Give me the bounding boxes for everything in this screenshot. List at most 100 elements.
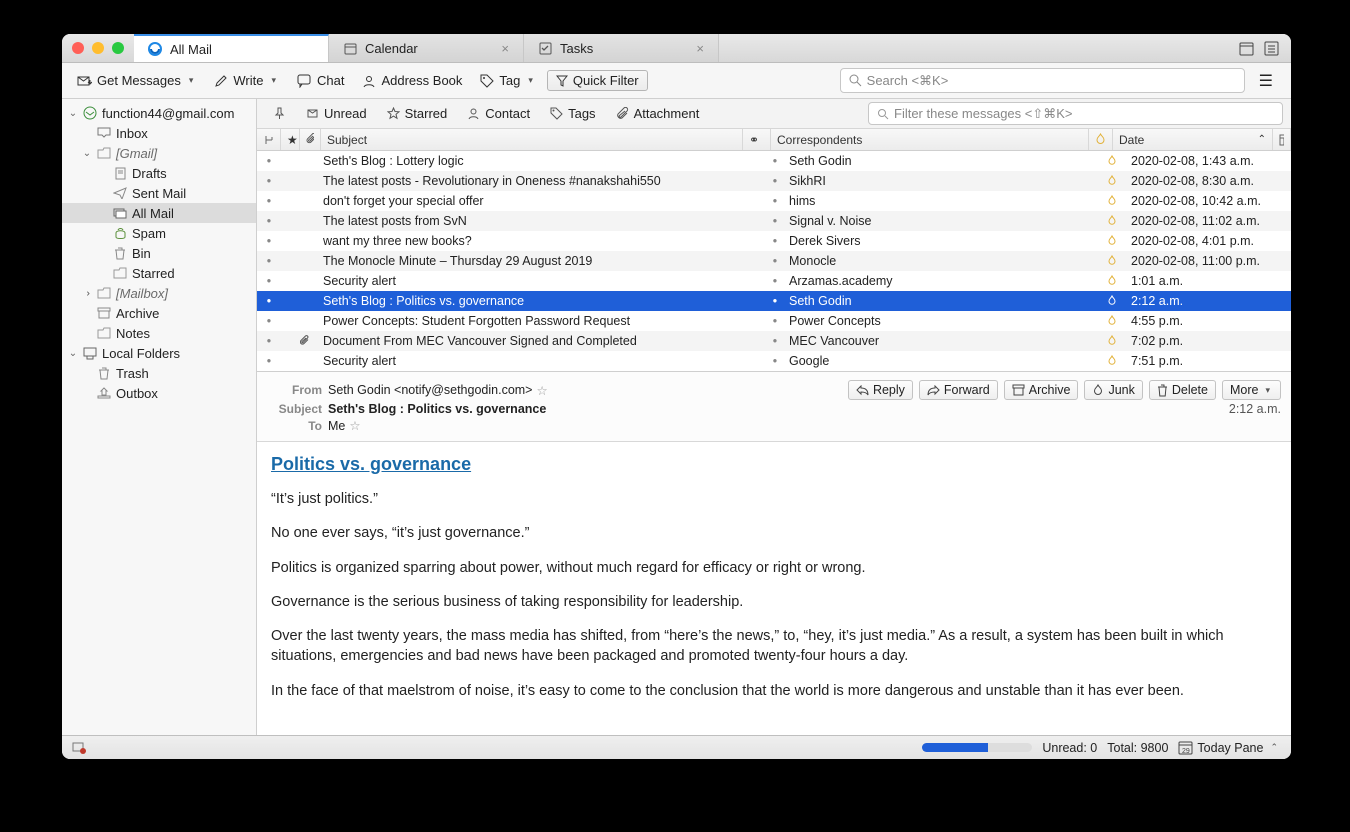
column-headers: ★ Subject ⚭ Correspondents Date⌃ — [257, 129, 1291, 151]
message-row[interactable]: •The Monocle Minute – Thursday 29 August… — [257, 251, 1291, 271]
tab-calendar[interactable]: Calendar × — [329, 34, 524, 62]
col-subject[interactable]: Subject — [321, 129, 743, 150]
address-book-button[interactable]: Address Book — [355, 70, 469, 91]
search-icon — [849, 74, 862, 87]
more-button[interactable]: More▾ — [1222, 380, 1281, 400]
close-icon[interactable]: × — [696, 41, 704, 56]
zoom-window[interactable] — [112, 42, 124, 54]
message-list[interactable]: •Seth's Blog : Lottery logic•Seth Godin2… — [257, 151, 1291, 371]
chevron-down-icon[interactable]: ▾ — [186, 75, 197, 86]
app-menu-button[interactable]: ☰ — [1249, 71, 1283, 91]
message-date: 2020-02-08, 11:02 a.m. — [1131, 214, 1291, 228]
read-status-dot: • — [257, 174, 281, 188]
col-attach[interactable] — [300, 129, 321, 150]
col-status[interactable] — [1089, 129, 1113, 150]
folder-outbox[interactable]: Outbox — [62, 383, 256, 403]
filter-messages-input[interactable]: Filter these messages <⇧⌘K> — [868, 102, 1283, 125]
message-date: 2020-02-08, 8:30 a.m. — [1131, 174, 1291, 188]
tab-tasks[interactable]: Tasks × — [524, 34, 719, 62]
message-correspondent: Derek Sivers — [789, 234, 1107, 248]
col-thread[interactable] — [257, 129, 281, 150]
junk-button[interactable]: Junk — [1084, 380, 1142, 400]
col-star[interactable]: ★ — [281, 129, 300, 150]
today-pane-toggle[interactable]: 29 Today Pane ⌃ — [1178, 740, 1281, 755]
folder-mailbox[interactable]: ⌄[Mailbox] — [62, 283, 256, 303]
filter-tags[interactable]: Tags — [542, 103, 603, 124]
folder-trash[interactable]: Trash — [62, 363, 256, 383]
message-row[interactable]: •Security alert•Arzamas.academy1:01 a.m. — [257, 271, 1291, 291]
col-date[interactable]: Date⌃ — [1113, 129, 1273, 150]
minimize-window[interactable] — [92, 42, 104, 54]
col-correspondents[interactable]: Correspondents — [771, 129, 1089, 150]
drafts-icon — [112, 165, 128, 181]
trash-icon — [112, 245, 128, 261]
close-icon[interactable]: × — [501, 41, 509, 56]
quick-filter-toggle[interactable]: Quick Filter — [547, 70, 648, 91]
global-search-input[interactable]: Search <⌘K> — [840, 68, 1245, 93]
tasks-toolbar-icon[interactable] — [1264, 41, 1279, 56]
local-folders-row[interactable]: ⌄Local Folders — [62, 343, 256, 363]
chevron-down-icon[interactable]: ▾ — [268, 75, 279, 86]
filter-unread[interactable]: Unread — [298, 103, 375, 124]
col-link[interactable]: ⚭ — [743, 129, 771, 150]
get-messages-button[interactable]: Get Messages▾ — [70, 70, 203, 91]
read-status-dot: • — [257, 154, 281, 168]
mail-account-icon — [82, 105, 98, 121]
read-status-dot: • — [761, 334, 789, 348]
message-row[interactable]: •want my three new books?•Derek Sivers20… — [257, 231, 1291, 251]
status-unread: Unread: 0 — [1042, 741, 1097, 755]
message-date: 2020-02-08, 10:42 a.m. — [1131, 194, 1291, 208]
forward-button[interactable]: Forward — [919, 380, 998, 400]
star-icon[interactable]: ☆ — [536, 383, 547, 398]
chevron-down-icon[interactable]: ▾ — [525, 75, 536, 86]
close-window[interactable] — [72, 42, 84, 54]
column-picker[interactable] — [1273, 129, 1291, 150]
folder-archive[interactable]: Archive — [62, 303, 256, 323]
read-status-dot: • — [257, 234, 281, 248]
folder-bin[interactable]: Bin — [62, 243, 256, 263]
message-row[interactable]: •Security alert•Google7:51 p.m. — [257, 351, 1291, 371]
message-row[interactable]: •The latest posts - Revolutionary in One… — [257, 171, 1291, 191]
tab-all-mail[interactable]: All Mail — [134, 34, 329, 62]
message-subject: Seth's Blog : Politics vs. governance — [321, 294, 761, 308]
flame-icon — [1107, 295, 1131, 307]
read-status-dot: • — [257, 274, 281, 288]
write-button[interactable]: Write▾ — [207, 70, 286, 91]
filter-starred[interactable]: Starred — [379, 103, 456, 124]
account-row[interactable]: ⌄function44@gmail.com — [62, 103, 256, 123]
filter-attachment[interactable]: Attachment — [608, 103, 708, 124]
tag-button[interactable]: Tag▾ — [473, 70, 543, 91]
folder-all-mail[interactable]: All Mail — [62, 203, 256, 223]
star-icon[interactable]: ☆ — [349, 418, 360, 433]
calendar-toolbar-icon[interactable] — [1239, 41, 1254, 56]
message-row[interactable]: •The latest posts from SvN•Signal v. Noi… — [257, 211, 1291, 231]
folder-gmail[interactable]: ⌄[Gmail] — [62, 143, 256, 163]
message-row[interactable]: •don't forget your special offer•hims202… — [257, 191, 1291, 211]
message-row[interactable]: •Power Concepts: Student Forgotten Passw… — [257, 311, 1291, 331]
folder-icon — [96, 285, 112, 301]
pin-filter[interactable] — [265, 104, 294, 123]
folder-inbox[interactable]: Inbox — [62, 123, 256, 143]
message-row[interactable]: •Seth's Blog : Lottery logic•Seth Godin2… — [257, 151, 1291, 171]
reply-button[interactable]: Reply — [848, 380, 913, 400]
read-status-dot: • — [257, 314, 281, 328]
delete-button[interactable]: Delete — [1149, 380, 1216, 400]
read-status-dot: • — [761, 194, 789, 208]
activity-indicator-icon[interactable] — [72, 741, 87, 755]
folder-spam[interactable]: Spam — [62, 223, 256, 243]
folder-starred[interactable]: Starred — [62, 263, 256, 283]
chat-button[interactable]: Chat — [290, 70, 351, 91]
archive-button[interactable]: Archive — [1004, 380, 1079, 400]
folder-pane: ⌄function44@gmail.com Inbox ⌄[Gmail] Dra… — [62, 99, 257, 735]
read-status-dot: • — [257, 194, 281, 208]
message-row[interactable]: •Document From MEC Vancouver Signed and … — [257, 331, 1291, 351]
folder-drafts[interactable]: Drafts — [62, 163, 256, 183]
flame-icon — [1107, 255, 1131, 267]
read-status-dot: • — [761, 174, 789, 188]
folder-sent[interactable]: Sent Mail — [62, 183, 256, 203]
header-time: 2:12 a.m. — [1229, 402, 1281, 416]
message-paragraph: Governance is the serious business of ta… — [271, 592, 1277, 612]
folder-notes[interactable]: Notes — [62, 323, 256, 343]
filter-contact[interactable]: Contact — [459, 103, 538, 124]
message-row[interactable]: •Seth's Blog : Politics vs. governance•S… — [257, 291, 1291, 311]
